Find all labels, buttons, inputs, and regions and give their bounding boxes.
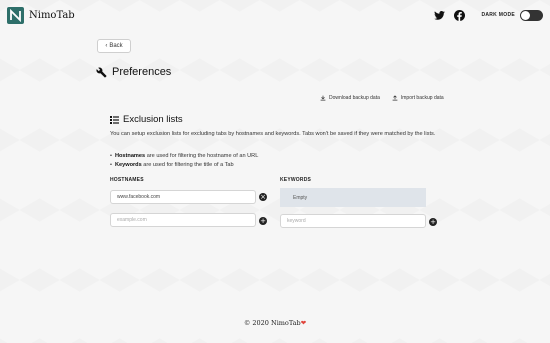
download-backup-label: Download backup data [329, 95, 380, 101]
hostnames-header: HOSTNAMES [110, 177, 144, 183]
back-button[interactable]: ‹ Back [97, 39, 131, 53]
navbar: NimoTab DARK MODE [0, 0, 550, 30]
heart-icon: ❤ [300, 319, 307, 327]
download-backup-button[interactable]: Download backup data [320, 95, 380, 101]
keywords-empty-state: Empty [280, 188, 426, 207]
add-hostname-icon[interactable]: + [259, 217, 267, 225]
backup-actions: Download backup data Import backup data [320, 95, 444, 101]
chevron-left-icon: ‹ [105, 43, 108, 49]
keywords-header: KEYWORDS [280, 177, 312, 183]
wrench-icon [96, 67, 107, 78]
remove-hostname-icon[interactable]: × [259, 193, 267, 201]
back-button-label: Back [109, 43, 123, 49]
add-keyword-icon[interactable]: + [429, 218, 437, 226]
dark-mode-label: DARK MODE [481, 12, 515, 18]
twitter-icon[interactable] [433, 9, 445, 21]
list-item: Keywords are used for filtering the titl… [110, 161, 258, 170]
list-icon [110, 115, 119, 124]
page-title-text: Preferences [112, 66, 172, 78]
exclusion-description: You can setup exclusion lists for exclud… [110, 131, 436, 137]
footer: © 2020 NimoTab❤ [0, 319, 550, 327]
download-icon [320, 95, 326, 101]
exclusion-lists-title-text: Exclusion lists [123, 114, 183, 125]
logo[interactable] [7, 6, 24, 24]
nav-actions: DARK MODE [433, 9, 543, 21]
footer-text: © 2020 NimoTab [243, 319, 301, 327]
import-backup-button[interactable]: Import backup data [392, 95, 444, 101]
hostname-entry: www.facebook.com [110, 190, 256, 204]
exclusion-bullets: Hostnames are used for filtering the hos… [110, 152, 258, 170]
dark-mode-toggle[interactable] [520, 9, 543, 21]
page-title: Preferences [96, 66, 171, 78]
list-item: Hostnames are used for filtering the hos… [110, 152, 258, 161]
keyword-input[interactable]: keyword [280, 214, 426, 228]
logo-icon [10, 8, 21, 22]
facebook-icon[interactable] [453, 9, 465, 21]
exclusion-lists-title: Exclusion lists [110, 114, 183, 125]
brand-name[interactable]: NimoTab [29, 10, 75, 21]
hostname-input[interactable]: example.com [110, 213, 256, 227]
upload-icon [392, 95, 398, 101]
import-backup-label: Import backup data [400, 95, 444, 101]
